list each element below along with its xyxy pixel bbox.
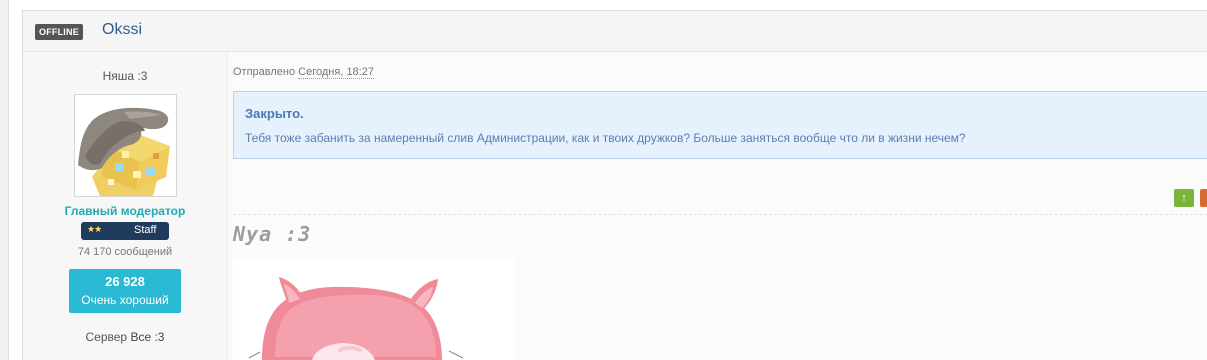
notice-title: Закрыто.	[245, 106, 304, 121]
post-header: OFFLINE Okssi	[23, 11, 1207, 52]
forum-post: OFFLINE Okssi Няша :3 Главный модератор …	[22, 11, 1207, 360]
status-badge: OFFLINE	[35, 24, 83, 40]
user-info-panel: Няша :3 Главный модератор ★★ Staff 74 17…	[23, 52, 228, 360]
server-label: Сервер	[85, 330, 128, 344]
posted-date[interactable]: Сегодня, 18:27	[298, 66, 374, 79]
post-meta: Отправлено Сегодня, 18:27	[233, 66, 374, 79]
closed-notice: Закрыто. Тебя тоже забанить за намеренны…	[233, 91, 1207, 159]
server-field: Сервер Все :3	[23, 330, 227, 344]
posted-label: Отправлено	[233, 66, 296, 78]
signature-text: Nya :3	[233, 222, 312, 246]
notice-text: Тебя тоже забанить за намеренный слив Ад…	[245, 131, 966, 145]
signature-separator	[233, 214, 1207, 215]
up-arrow-icon: ↑	[1181, 192, 1187, 204]
user-custom-title: Няша :3	[102, 69, 148, 83]
server-value: Все :3	[130, 330, 165, 344]
report-button[interactable]	[1200, 189, 1207, 207]
user-rank-title: Главный модератор	[64, 204, 186, 218]
staff-badge: ★★ Staff	[81, 222, 169, 240]
reputation-label: Очень хороший	[81, 293, 169, 307]
minecraft-block-hand-avatar-icon	[75, 95, 176, 196]
staff-badge-label: Staff	[134, 224, 157, 236]
post-content: Отправлено Сегодня, 18:27 Закрыто. Тебя …	[233, 52, 1207, 360]
reputation-value: 26 928	[105, 274, 145, 289]
previous-post-edge	[22, 0, 1207, 11]
avatar[interactable]	[74, 94, 177, 197]
reputation-box[interactable]: 26 928 Очень хороший	[69, 269, 181, 313]
scroll-top-button[interactable]: ↑	[1174, 189, 1194, 207]
username-link[interactable]: Okssi	[102, 21, 142, 39]
signature-image	[233, 259, 515, 360]
star-icon: ★★	[87, 224, 102, 234]
message-count: 74 170 сообщений	[77, 246, 173, 258]
page-border	[0, 0, 9, 360]
pink-cat-image-icon	[233, 259, 515, 360]
